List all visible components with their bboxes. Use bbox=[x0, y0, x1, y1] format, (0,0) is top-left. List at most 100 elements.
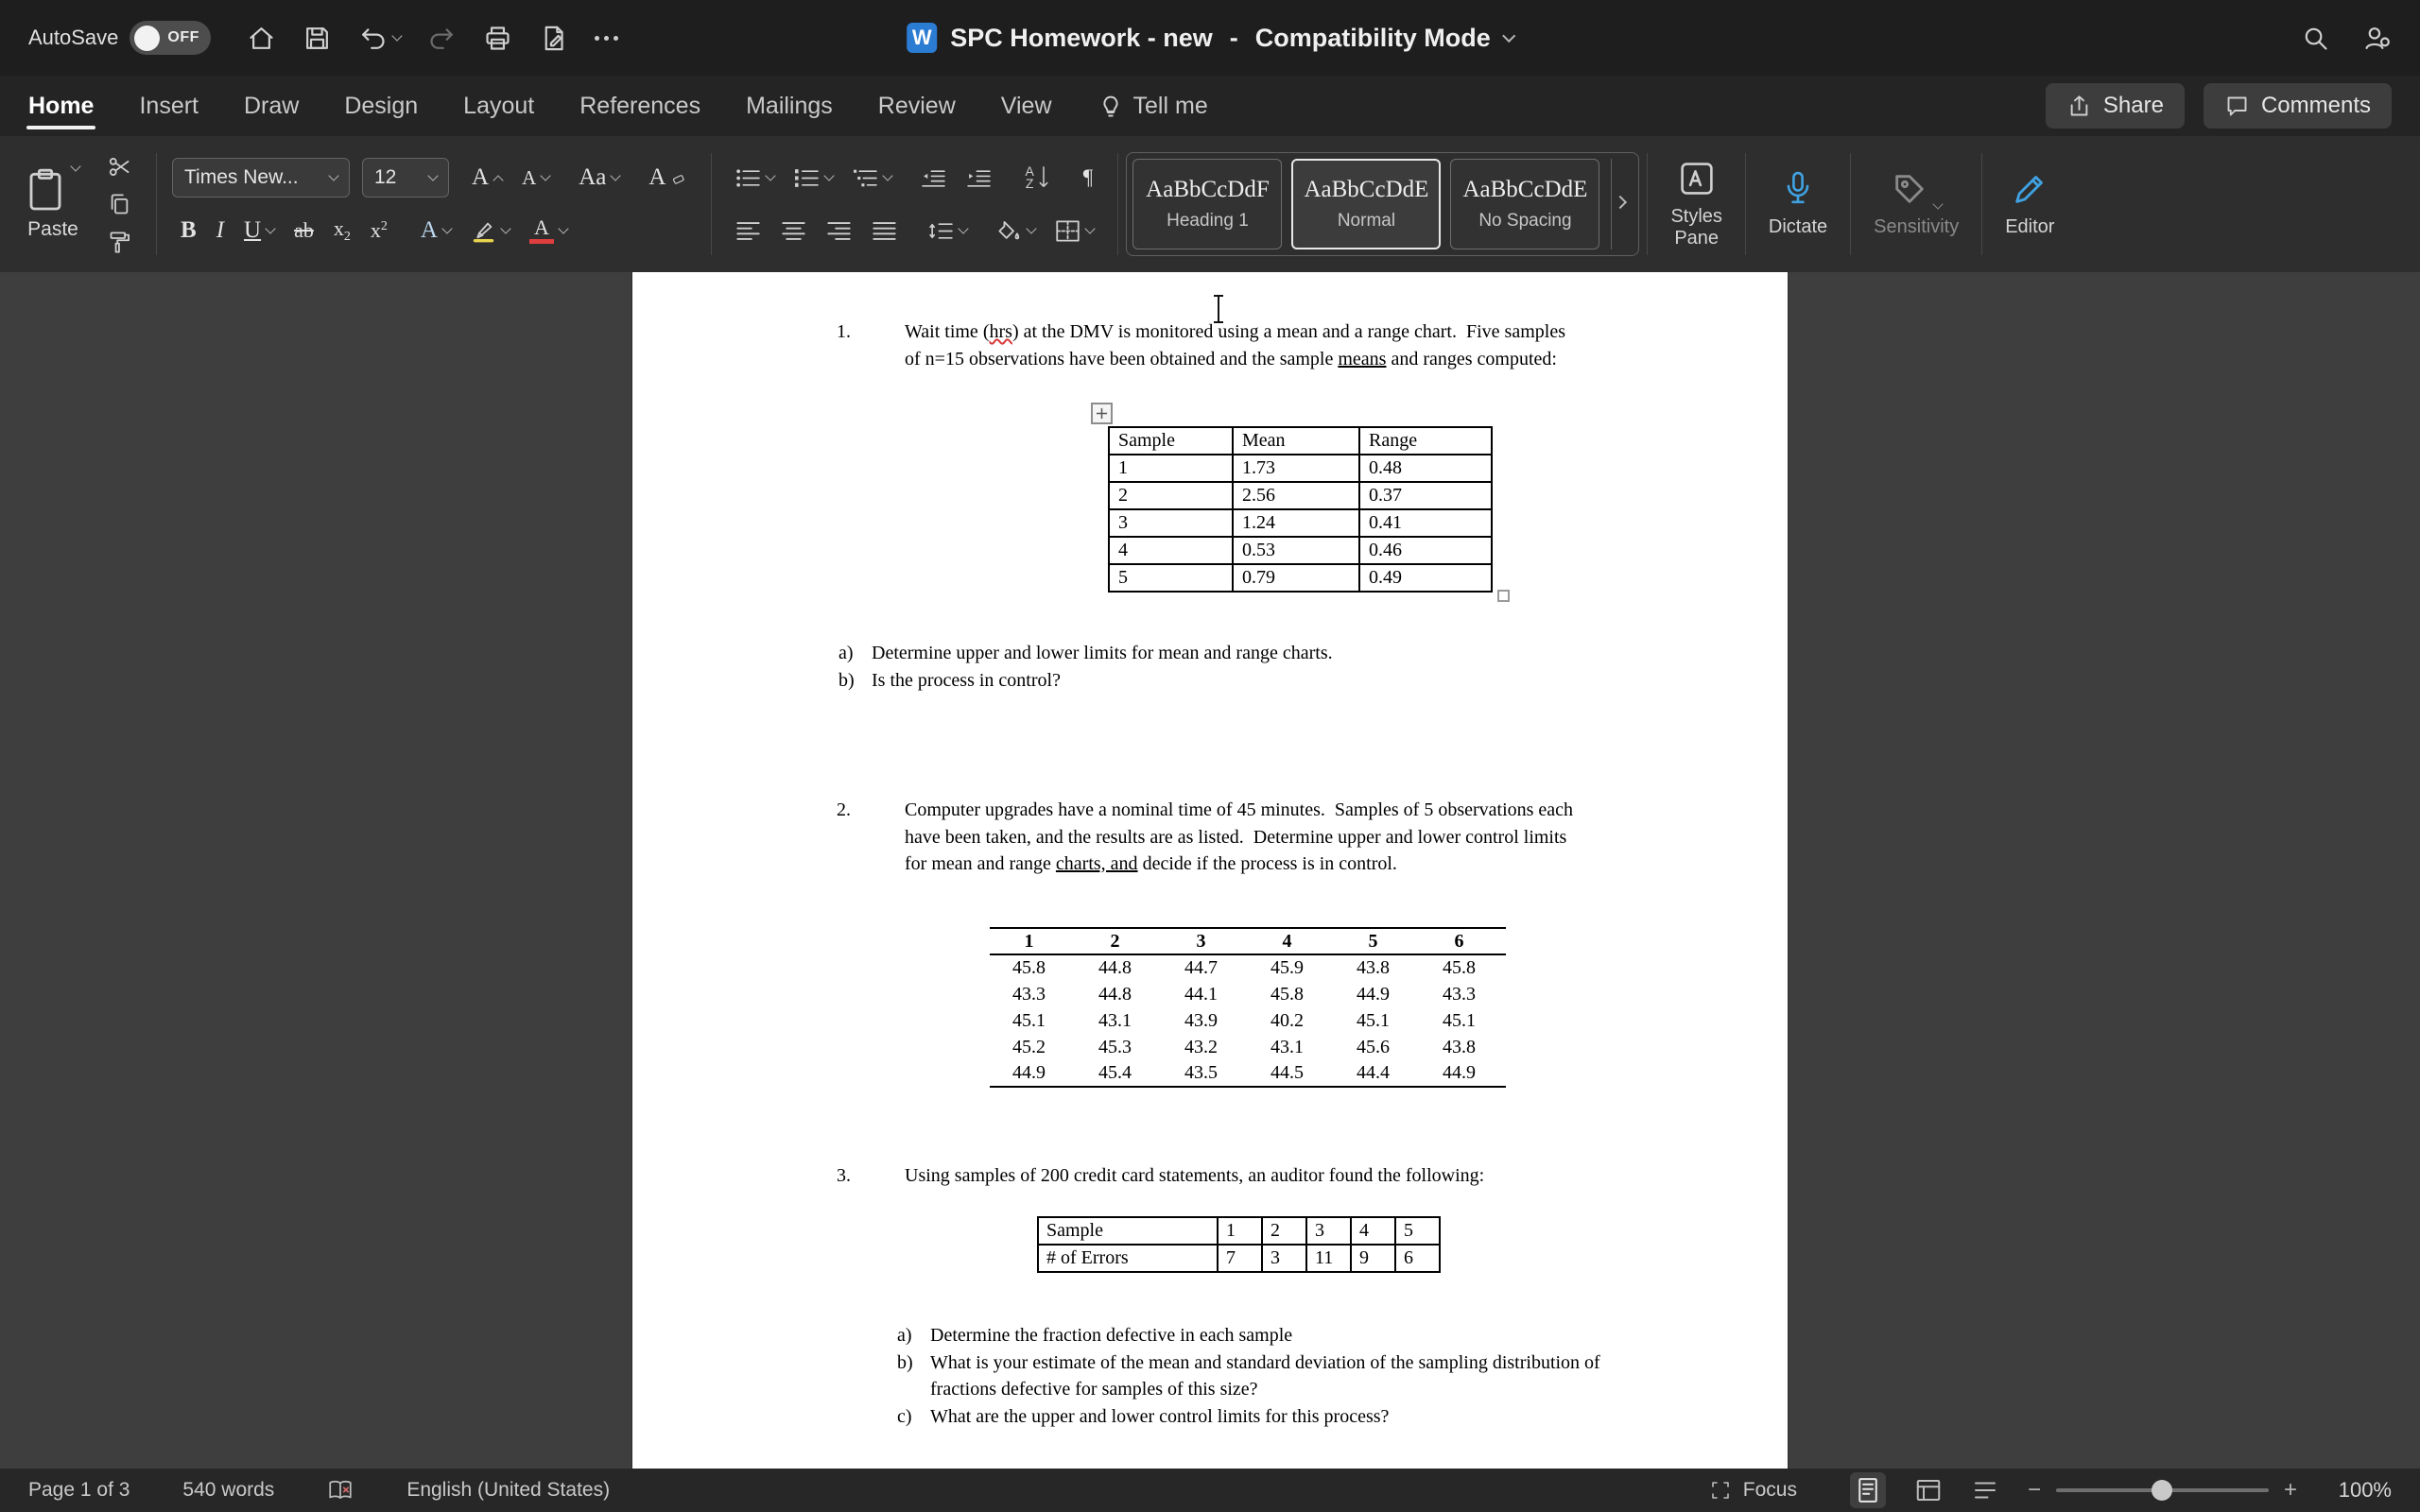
table-cell[interactable]: 9 bbox=[1350, 1244, 1396, 1273]
table-cell[interactable]: 6 bbox=[1420, 928, 1506, 955]
proofing-status-button[interactable] bbox=[327, 1479, 354, 1502]
table-cell[interactable]: 1.24 bbox=[1232, 508, 1360, 538]
borders-button[interactable] bbox=[1046, 208, 1102, 253]
italic-button[interactable]: I bbox=[208, 208, 233, 253]
line-spacing-button[interactable] bbox=[920, 208, 976, 253]
tab-draw[interactable]: Draw bbox=[244, 76, 299, 136]
table-cell[interactable]: 44.8 bbox=[1076, 954, 1162, 981]
table-cell[interactable]: # of Errors bbox=[1037, 1244, 1219, 1273]
list-item[interactable]: c) What are the upper and lower control … bbox=[897, 1403, 1603, 1431]
share-button[interactable]: Share bbox=[2045, 83, 2185, 129]
table-cell[interactable]: 2 bbox=[1076, 928, 1162, 955]
view-outline-button[interactable] bbox=[1971, 1476, 1999, 1504]
table-cell[interactable]: Sample bbox=[1108, 426, 1234, 455]
table-cell[interactable]: 44.9 bbox=[1420, 1060, 1506, 1087]
table-cell[interactable]: 43.8 bbox=[1334, 954, 1420, 981]
table-cell[interactable]: 45.2 bbox=[990, 1034, 1076, 1060]
focus-button[interactable]: Focus bbox=[1707, 1479, 1797, 1502]
change-case-button[interactable]: Aa bbox=[570, 155, 628, 200]
align-right-button[interactable] bbox=[818, 208, 860, 253]
tab-insert[interactable]: Insert bbox=[139, 76, 199, 136]
table-cell[interactable]: 45.1 bbox=[990, 1007, 1076, 1034]
table-cell[interactable]: 45.8 bbox=[1420, 954, 1506, 981]
table-cell[interactable]: 40.2 bbox=[1248, 1007, 1334, 1034]
table-cell[interactable]: 44.1 bbox=[1162, 981, 1248, 1007]
question-1-sublist[interactable]: a) Determine upper and lower limits for … bbox=[838, 640, 1545, 694]
font-color-button[interactable]: A bbox=[521, 208, 576, 253]
style-heading1[interactable]: AaBbCcDdF Heading 1 bbox=[1132, 159, 1283, 249]
decrease-indent-button[interactable] bbox=[912, 155, 955, 200]
sensitivity-button[interactable]: Sensitivity bbox=[1858, 142, 1974, 266]
table-cell[interactable]: 44.9 bbox=[990, 1060, 1076, 1087]
print-icon[interactable] bbox=[483, 24, 512, 53]
more-commands-button[interactable] bbox=[594, 35, 618, 41]
clear-formatting-button[interactable]: A bbox=[640, 155, 696, 200]
tab-layout[interactable]: Layout bbox=[463, 76, 534, 136]
tab-review[interactable]: Review bbox=[878, 76, 956, 136]
table-cell[interactable]: 3 bbox=[1108, 508, 1234, 538]
question-1-paragraph[interactable]: 1. Wait time (hrs) at the DMV is monitor… bbox=[837, 318, 1585, 372]
table-cell[interactable]: 4 bbox=[1108, 536, 1234, 565]
style-no-spacing[interactable]: AaBbCcDdE No Spacing bbox=[1450, 159, 1600, 249]
table-cell[interactable]: 3 bbox=[1305, 1216, 1352, 1246]
table-cell[interactable]: 45.8 bbox=[990, 954, 1076, 981]
table-cell[interactable]: 43.9 bbox=[1162, 1007, 1248, 1034]
table-cell[interactable]: 11 bbox=[1305, 1244, 1352, 1273]
show-formatting-button[interactable]: ¶ bbox=[1075, 155, 1101, 200]
table-cell[interactable]: Mean bbox=[1232, 426, 1360, 455]
zoom-slider-handle[interactable] bbox=[2152, 1480, 2173, 1501]
table-cell[interactable]: 7 bbox=[1217, 1244, 1263, 1273]
highlight-button[interactable] bbox=[462, 208, 518, 253]
table-cell[interactable]: 4 bbox=[1350, 1216, 1396, 1246]
account-icon[interactable] bbox=[2362, 24, 2392, 53]
table-cell[interactable]: 1 bbox=[1108, 454, 1234, 483]
language-status[interactable]: English (United States) bbox=[406, 1479, 610, 1502]
table-cell[interactable]: 45.3 bbox=[1076, 1034, 1162, 1060]
tell-me-button[interactable]: Tell me bbox=[1098, 93, 1208, 120]
text-effects-button[interactable]: A bbox=[412, 208, 459, 253]
table-cell[interactable]: 45.1 bbox=[1334, 1007, 1420, 1034]
justify-button[interactable] bbox=[863, 208, 906, 253]
question-2-paragraph[interactable]: 2. Computer upgrades have a nominal time… bbox=[837, 797, 1585, 878]
table-cell[interactable]: 0.41 bbox=[1358, 508, 1493, 538]
home-icon[interactable] bbox=[247, 24, 276, 53]
font-name-select[interactable]: Times New... bbox=[172, 158, 350, 198]
table-cell[interactable]: 43.3 bbox=[990, 981, 1076, 1007]
document-page[interactable]: 1. Wait time (hrs) at the DMV is monitor… bbox=[632, 272, 1788, 1469]
table-cell[interactable]: 3 bbox=[1162, 928, 1248, 955]
save-icon[interactable] bbox=[302, 24, 332, 53]
align-center-button[interactable] bbox=[772, 208, 815, 253]
table-cell[interactable]: 6 bbox=[1394, 1244, 1441, 1273]
editor-button[interactable]: Editor bbox=[1990, 142, 2069, 266]
list-item[interactable]: b) Is the process in control? bbox=[838, 667, 1545, 695]
table-cell[interactable]: 0.79 bbox=[1232, 563, 1360, 593]
table-cell[interactable]: 45.8 bbox=[1248, 981, 1334, 1007]
table-cell[interactable]: 0.49 bbox=[1358, 563, 1493, 593]
page-number-status[interactable]: Page 1 of 3 bbox=[28, 1479, 130, 1502]
table-cell[interactable]: 45.4 bbox=[1076, 1060, 1162, 1087]
redo-button[interactable] bbox=[427, 24, 457, 53]
table-cell[interactable]: 45.6 bbox=[1334, 1034, 1420, 1060]
comments-button[interactable]: Comments bbox=[2203, 83, 2392, 129]
tab-mailings[interactable]: Mailings bbox=[746, 76, 833, 136]
bold-button[interactable]: B bbox=[172, 208, 205, 253]
table-cell[interactable]: 43.2 bbox=[1162, 1034, 1248, 1060]
table-cell[interactable]: 5 bbox=[1334, 928, 1420, 955]
document-pen-icon[interactable] bbox=[539, 24, 568, 53]
zoom-out-button[interactable]: − bbox=[2028, 1477, 2041, 1503]
question-3-paragraph[interactable]: 3. Using samples of 200 credit card stat… bbox=[837, 1162, 1585, 1190]
table-cell[interactable]: 1.73 bbox=[1232, 454, 1360, 483]
table-resize-handle[interactable] bbox=[1497, 590, 1510, 602]
shading-button[interactable] bbox=[988, 208, 1044, 253]
tab-design[interactable]: Design bbox=[344, 76, 418, 136]
question-3-sublist[interactable]: a) Determine the fraction defective in e… bbox=[897, 1322, 1603, 1430]
word-count-status[interactable]: 540 words bbox=[182, 1479, 274, 1502]
dictate-button[interactable]: Dictate bbox=[1754, 142, 1842, 266]
table-move-handle[interactable] bbox=[1091, 403, 1113, 424]
table-cell[interactable]: 0.37 bbox=[1358, 481, 1493, 510]
list-item[interactable]: b) What is your estimate of the mean and… bbox=[897, 1349, 1603, 1403]
zoom-in-button[interactable]: + bbox=[2284, 1477, 2297, 1503]
view-print-layout-button[interactable] bbox=[1849, 1472, 1886, 1508]
table-cell[interactable]: 0.53 bbox=[1232, 536, 1360, 565]
zoom-level-status[interactable]: 100% bbox=[2325, 1478, 2392, 1503]
